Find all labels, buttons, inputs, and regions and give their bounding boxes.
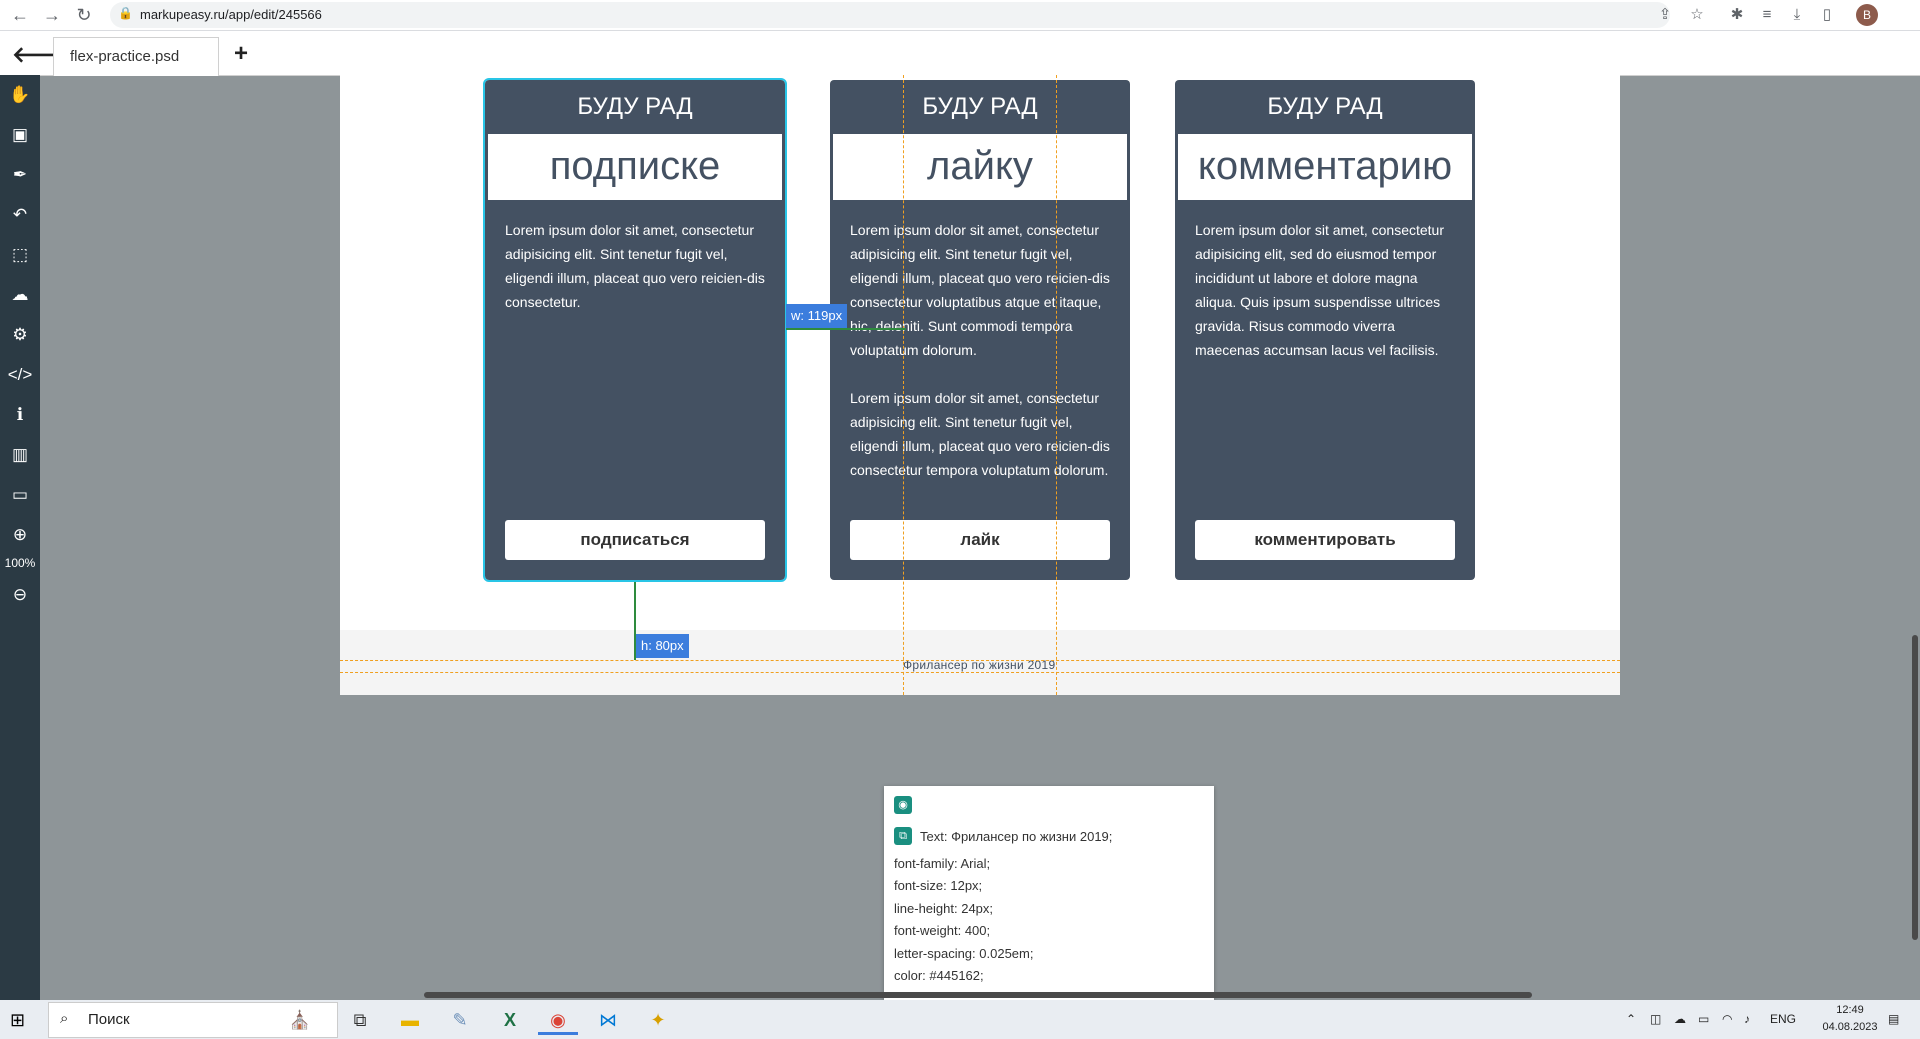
taskbar-search-placeholder[interactable]: Поиск — [88, 1011, 130, 1028]
card-heading: БУДУ РАД — [577, 93, 693, 120]
guide-line-vertical — [1056, 75, 1057, 695]
inspector-prop: letter-spacing: 0.025em; — [894, 946, 1034, 961]
avatar[interactable]: B — [1856, 4, 1878, 26]
inspector-popup: ◉ ⧉ Text: Фрилансер по жизни 2019; font-… — [884, 786, 1214, 1000]
code-icon[interactable]: </> — [0, 362, 40, 388]
like-button[interactable]: лайк — [850, 520, 1110, 560]
extensions-icon[interactable]: ✱ — [1726, 4, 1748, 26]
notifications-icon[interactable]: ▤ — [1888, 1012, 1899, 1026]
task-view-icon[interactable]: ⧉ — [340, 1005, 380, 1035]
volume-icon[interactable]: ♪ — [1744, 1012, 1750, 1026]
card-like[interactable]: БУДУ РАД лайку Lorem ipsum dolor sit ame… — [830, 80, 1130, 580]
search-highlight-icon[interactable]: ⛪ — [280, 1005, 320, 1035]
horizontal-scrollbar[interactable] — [424, 992, 1532, 998]
undo-icon[interactable]: ↶ — [0, 202, 40, 228]
app-icon[interactable]: ✦ — [638, 1005, 678, 1035]
eye-icon[interactable]: ◉ — [894, 796, 912, 814]
vertical-scrollbar[interactable] — [1912, 635, 1918, 940]
sidepanel-icon[interactable]: ▯ — [1816, 4, 1838, 26]
zoom-level: 100% — [4, 556, 36, 570]
money-icon[interactable]: ▭ — [0, 482, 40, 508]
inspector-prop: font-weight: 400; — [894, 923, 991, 938]
cloud-upload-icon[interactable]: ☁ — [0, 282, 40, 308]
chrome-icon[interactable]: ◉ — [538, 1005, 578, 1035]
info-icon[interactable]: ℹ — [0, 402, 40, 428]
app-toolbar — [0, 31, 1920, 76]
width-measure-label: w: 119px — [786, 304, 848, 328]
inspector-prop: font-size: 12px; — [894, 878, 983, 893]
card-subscribe[interactable]: БУДУ РАД подписке Lorem ipsum dolor sit … — [483, 78, 787, 582]
file-tab-label[interactable]: flex-practice.psd — [70, 48, 179, 65]
wifi-icon[interactable]: ◠ — [1722, 1012, 1732, 1026]
paint-icon[interactable]: ✎ — [440, 1005, 480, 1035]
add-tab-icon[interactable]: + — [234, 40, 248, 68]
share-icon[interactable]: ⇪ — [1654, 4, 1676, 26]
card-comment[interactable]: БУДУ РАД комментарию Lorem ipsum dolor s… — [1175, 80, 1475, 580]
eyedropper-icon[interactable]: ✒ — [0, 162, 40, 188]
card-word: подписке — [488, 134, 782, 200]
back-arrow-icon[interactable]: ← — [8, 3, 32, 27]
inspector-prop: line-height: 24px; — [894, 901, 994, 916]
inspector-title: Text: Фрилансер по жизни 2019; — [920, 829, 1113, 844]
language-indicator[interactable]: ENG — [1770, 1012, 1796, 1026]
card-heading: БУДУ РАД — [1267, 93, 1383, 120]
clock-time[interactable]: 12:49 — [1820, 1004, 1880, 1016]
search-icon: ⌕ — [60, 1010, 69, 1027]
address-bar[interactable] — [110, 2, 1670, 28]
onedrive-icon[interactable]: ☁ — [1674, 1012, 1686, 1026]
guide-line-horizontal — [340, 660, 1620, 661]
excel-icon[interactable]: X — [490, 1005, 530, 1035]
zoom-out-icon[interactable]: ⊖ — [0, 582, 40, 608]
frame-icon[interactable]: ▣ — [0, 122, 40, 148]
hand-icon[interactable]: ✋ — [0, 82, 40, 108]
barcode-icon[interactable]: ▥ — [0, 442, 40, 468]
url-text[interactable]: markupeasy.ru/app/edit/245566 — [140, 7, 322, 22]
lock-icon: 🔒 — [118, 6, 133, 20]
copy-icon[interactable]: ⧉ — [894, 827, 912, 845]
reload-icon[interactable]: ↻ — [72, 3, 96, 27]
clock-date[interactable]: 04.08.2023 — [1812, 1021, 1888, 1033]
subscribe-button[interactable]: подписаться — [505, 520, 765, 560]
guide-line-vertical — [903, 75, 904, 695]
inspector-prop: color: #445162; — [894, 968, 984, 983]
comment-button[interactable]: комментировать — [1195, 520, 1455, 560]
card-paragraph: Lorem ipsum dolor sit amet, consectetur … — [505, 222, 765, 310]
card-word: лайку — [833, 134, 1127, 200]
vscode-icon[interactable]: ⋈ — [588, 1005, 628, 1035]
media-icon[interactable]: ≡ — [1756, 4, 1778, 26]
battery-icon[interactable]: ▭ — [1698, 1012, 1709, 1026]
card-text: Lorem ipsum dolor sit amet, consectetur … — [1195, 218, 1455, 386]
card-paragraph: Lorem ipsum dolor sit amet, consectetur … — [850, 222, 1110, 358]
card-word: комментарию — [1178, 134, 1472, 200]
card-heading: БУДУ РАД — [922, 93, 1038, 120]
height-measure-label: h: 80px — [636, 634, 689, 658]
inspector-prop: font-family: Arial; — [894, 856, 991, 871]
download-icon[interactable]: ⤓ — [1786, 4, 1808, 26]
crop-icon[interactable]: ⬚ — [0, 242, 40, 268]
card-text: Lorem ipsum dolor sit amet, consectetur … — [505, 218, 765, 338]
guide-line-horizontal — [340, 672, 1620, 673]
star-icon[interactable]: ☆ — [1686, 4, 1708, 26]
card-paragraph: Lorem ipsum dolor sit amet, consectetur … — [1195, 222, 1444, 358]
width-measure-line — [786, 328, 906, 330]
file-explorer-icon[interactable]: ▬ — [390, 1005, 430, 1035]
card-text: Lorem ipsum dolor sit amet, consectetur … — [850, 218, 1110, 506]
gear-icon[interactable]: ⚙ — [0, 322, 40, 348]
tray-icon[interactable]: ◫ — [1650, 1012, 1661, 1026]
windows-start-icon[interactable]: ⊞ — [10, 1010, 25, 1031]
tray-chevron-icon[interactable]: ⌃ — [1626, 1012, 1636, 1026]
card-paragraph: Lorem ipsum dolor sit amet, consectetur … — [850, 390, 1110, 478]
zoom-in-icon[interactable]: ⊕ — [0, 522, 40, 548]
forward-arrow-icon[interactable]: → — [40, 3, 64, 27]
